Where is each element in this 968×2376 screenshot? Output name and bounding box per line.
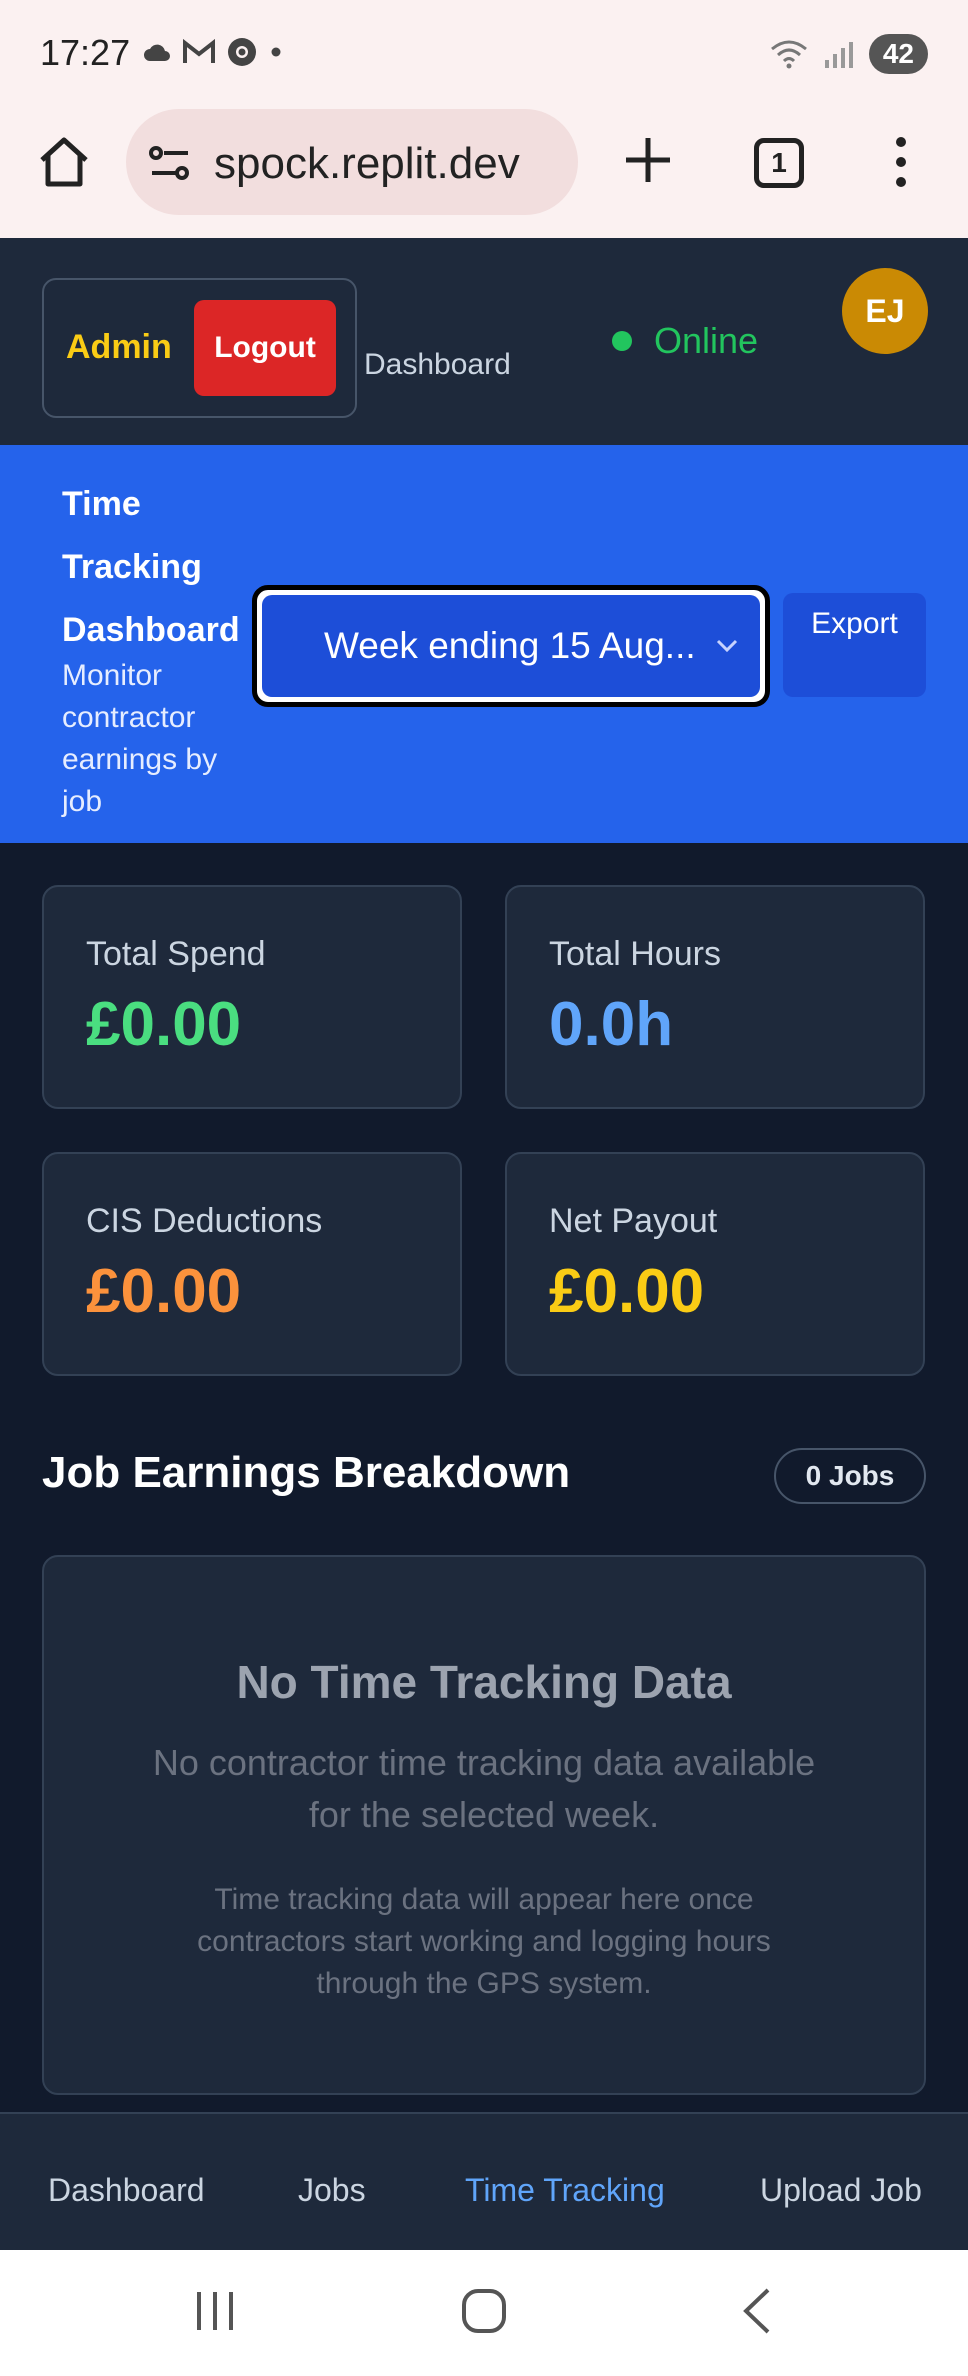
page-subtitle: Monitor contractor earnings by job (62, 659, 218, 818)
stat-card-cis-deductions: CIS Deductions £0.00 (42, 1152, 462, 1376)
dot-icon (271, 47, 281, 57)
stat-label: CIS Deductions (86, 1202, 323, 1240)
header-dashboard-link[interactable]: Dashboard (364, 348, 511, 382)
logout-button[interactable]: Logout (194, 300, 336, 396)
jobs-count-badge: 0 Jobs (774, 1448, 926, 1504)
back-icon[interactable] (738, 2286, 774, 2336)
stat-label: Total Hours (549, 935, 721, 973)
status-time: 17:27 (40, 32, 131, 73)
empty-state-note: Time tracking data will appear here once… (197, 1883, 771, 2000)
status-bar: 17:27 42 (0, 0, 968, 106)
app-header: Admin Logout Dashboard Online EJ (0, 238, 968, 445)
url-text: spock.replit.dev (214, 139, 520, 188)
cloud-icon (144, 44, 170, 61)
stat-card-total-spend: Total Spend £0.00 (42, 885, 462, 1109)
online-status-text: Online (654, 320, 759, 361)
nav-item-dashboard[interactable]: Dashboard (48, 2172, 205, 2209)
stat-card-total-hours: Total Hours 0.0h (505, 885, 925, 1109)
week-select[interactable]: Week ending 15 Aug... (252, 585, 770, 707)
system-icons: 42 (769, 34, 928, 74)
battery-icon: 42 (868, 34, 928, 74)
stat-value: £0.00 (549, 1257, 705, 1326)
signal-icon (824, 42, 853, 68)
tab-switcher-button[interactable]: 1 (754, 138, 804, 188)
week-select-value: Week ending 15 Aug... (324, 625, 696, 666)
wifi-icon (770, 40, 807, 69)
export-button[interactable]: Export (783, 593, 926, 697)
stat-value: 0.0h (549, 990, 674, 1059)
bottom-nav: Dashboard Jobs Time Tracking Upload Job (0, 2112, 968, 2250)
section-title: Job Earnings Breakdown (42, 1448, 571, 1497)
notification-icons (142, 36, 284, 68)
avatar[interactable]: EJ (842, 268, 928, 354)
page-title: Time Tracking Dashboard (62, 485, 240, 649)
more-menu-icon[interactable] (886, 132, 916, 192)
empty-state-title: No Time Tracking Data (236, 1656, 732, 1708)
stat-card-net-payout: Net Payout £0.00 (505, 1152, 925, 1376)
new-tab-icon[interactable] (622, 134, 674, 186)
browser-toolbar: spock.replit.dev 1 (0, 106, 968, 238)
home-nav-icon[interactable] (460, 2286, 508, 2336)
recents-icon[interactable] (190, 2286, 240, 2336)
chevron-down-icon (716, 639, 737, 653)
gmail-icon (183, 39, 215, 63)
stat-label: Total Spend (86, 935, 266, 973)
admin-box: Admin Logout (42, 278, 357, 418)
home-icon[interactable] (36, 134, 92, 190)
nav-item-upload-job[interactable]: Upload Job (760, 2172, 922, 2209)
android-nav-bar (0, 2250, 968, 2376)
stat-label: Net Payout (549, 1202, 718, 1240)
chrome-icon (228, 38, 256, 66)
page-banner: Time Tracking Dashboard Monitor contract… (0, 445, 968, 843)
stat-value: £0.00 (86, 1257, 242, 1326)
nav-item-jobs[interactable]: Jobs (298, 2172, 366, 2209)
address-bar[interactable]: spock.replit.dev (126, 109, 578, 215)
empty-state-message: No contractor time tracking data availab… (152, 1742, 816, 1835)
stat-value: £0.00 (86, 990, 242, 1059)
online-dot-icon (612, 331, 632, 351)
online-status: Online (612, 320, 758, 362)
empty-state-card: No Time Tracking Data No contractor time… (42, 1555, 926, 2095)
admin-label: Admin (66, 328, 172, 366)
nav-item-time-tracking[interactable]: Time Tracking (465, 2172, 665, 2209)
site-settings-icon[interactable] (148, 143, 192, 183)
